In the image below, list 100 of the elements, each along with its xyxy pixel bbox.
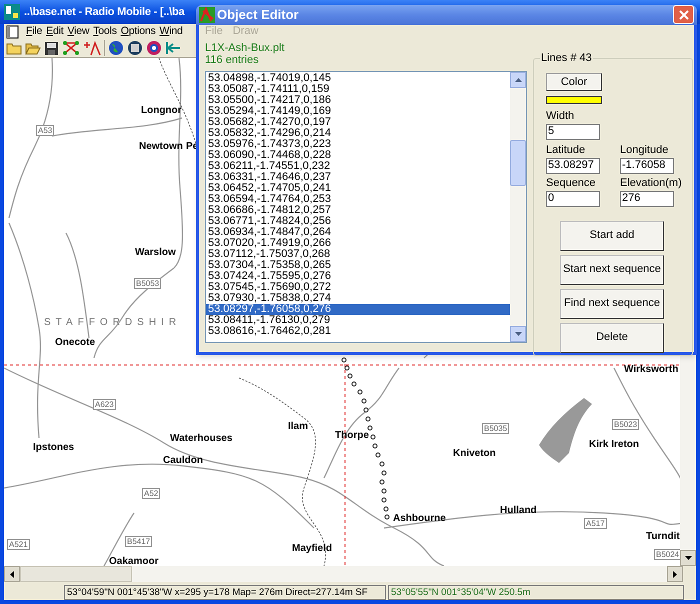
- list-item[interactable]: 53.07304,-1.75358,0,265: [206, 260, 510, 270]
- list-item[interactable]: 53.05087,-1.74111,0,159: [206, 84, 510, 94]
- place-label: Thorpe: [335, 430, 369, 442]
- place-label: Kirk Ireton: [589, 439, 640, 451]
- list-item[interactable]: 53.05976,-1.74373,0,223: [206, 138, 510, 150]
- action-button[interactable]: Start add: [560, 220, 664, 250]
- menu-item[interactable]: File: [24, 24, 44, 40]
- list-item[interactable]: 53.06090,-1.74468,0,228: [206, 150, 510, 160]
- list-item[interactable]: 53.07112,-1.75037,0,268: [206, 248, 510, 260]
- list-item[interactable]: 53.08411,-1.76130,0,279: [206, 314, 510, 326]
- input-field[interactable]: -1.76058: [620, 158, 674, 174]
- horizontal-scrollbar[interactable]: [4, 566, 683, 582]
- scroll-up-button[interactable]: [510, 72, 526, 88]
- place-label: Ashbourne: [393, 513, 446, 525]
- list-item[interactable]: 53.05832,-1.74296,0,214: [206, 128, 510, 138]
- menu-item[interactable]: Options: [118, 24, 158, 40]
- input-field[interactable]: 276: [620, 190, 674, 206]
- down-arrow-icon: [514, 332, 522, 336]
- list-item[interactable]: 53.06771,-1.74824,0,256: [206, 216, 510, 226]
- file-name: L1X-Ash-Bux.plt: [205, 42, 286, 54]
- place-label: Kniveton: [453, 448, 496, 460]
- up-arrow-icon: [514, 78, 522, 82]
- menu-item[interactable]: Edit: [44, 24, 66, 40]
- list-item[interactable]: 53.07424,-1.75595,0,276: [206, 270, 510, 282]
- document-icon: [6, 24, 20, 39]
- action-button[interactable]: Delete: [560, 322, 664, 352]
- place-label: Ipstones: [33, 442, 74, 454]
- disk-icon[interactable]: [127, 40, 143, 56]
- action-button[interactable]: Start next sequence: [560, 254, 664, 284]
- open-folder-icon[interactable]: [25, 41, 41, 56]
- place-label: Longnor: [141, 105, 182, 117]
- list-item[interactable]: 53.08616,-1.76462,0,281: [206, 326, 510, 336]
- app-icon: [4, 4, 20, 20]
- close-button[interactable]: [673, 5, 694, 24]
- add-node-icon[interactable]: [83, 40, 101, 56]
- list-item[interactable]: 53.04898,-1.74019,0,145: [206, 72, 510, 84]
- points-list[interactable]: [205, 70, 527, 342]
- input-field[interactable]: 0: [546, 190, 600, 206]
- network-nodes-icon[interactable]: [62, 40, 80, 56]
- app-icon: [199, 6, 215, 23]
- status-cursor-position: 53°04'59"N 001°45'38"W x=295 y=178 Map= 276m Direct=277.14m SF: [64, 584, 386, 600]
- list-item[interactable]: 53.05682,-1.74270,0,197: [206, 116, 510, 128]
- scroll-thumb[interactable]: [20, 566, 132, 582]
- list-item[interactable]: 53.06452,-1.74705,0,241: [206, 182, 510, 194]
- place-label: Waterhouses: [170, 433, 232, 445]
- menu-item[interactable]: View: [65, 24, 92, 40]
- place-label: Hulland: [500, 505, 537, 517]
- scroll-down-button[interactable]: [680, 550, 696, 566]
- color-button[interactable]: Color: [546, 72, 602, 90]
- scroll-right-button[interactable]: [667, 566, 683, 582]
- list-item[interactable]: 53.06686,-1.74812,0,257: [206, 204, 510, 216]
- place-label: Oakamoor: [109, 556, 158, 566]
- list-item[interactable]: 53.06331,-1.74646,0,237: [206, 172, 510, 182]
- place-label: Cauldon: [163, 455, 203, 467]
- dialog-title: Object Editor: [217, 6, 300, 24]
- scroll-thumb[interactable]: [510, 140, 526, 186]
- scroll-left-button[interactable]: [4, 566, 20, 582]
- list-scrollbar[interactable]: [510, 72, 526, 342]
- list-item[interactable]: 53.07545,-1.75690,0,272: [206, 282, 510, 292]
- road-number: B5023: [612, 419, 640, 430]
- field-label: Sequence: [546, 176, 597, 190]
- road-number: B5053: [134, 278, 162, 289]
- list-item[interactable]: 53.08297,-1.76058,0,276: [206, 304, 510, 314]
- group-title: Lines # 43: [540, 52, 593, 64]
- menu-item[interactable]: Tools: [91, 24, 119, 40]
- field-label: Longitude: [620, 144, 670, 156]
- road-number: B5024: [654, 549, 680, 560]
- width-field[interactable]: 5: [546, 124, 600, 140]
- road-number: A53: [36, 125, 54, 136]
- place-label: Ilam: [288, 421, 308, 433]
- menu-item[interactable]: Wind: [158, 24, 185, 40]
- target-icon[interactable]: [146, 40, 162, 56]
- entry-count: 116 entries: [205, 54, 260, 66]
- place-label: Warslow: [135, 247, 176, 259]
- globe-icon[interactable]: [108, 40, 124, 56]
- road-number: A623: [93, 399, 116, 410]
- field-label: Elevation(m): [620, 176, 680, 190]
- action-button[interactable]: Find next sequence: [560, 288, 664, 318]
- save-icon[interactable]: [44, 40, 59, 56]
- field-label: Width: [546, 110, 576, 122]
- list-item[interactable]: 53.07020,-1.74919,0,266: [206, 238, 510, 248]
- left-arrow-icon: [10, 570, 14, 578]
- road-number: A521: [7, 539, 30, 550]
- road-number: B5035: [482, 423, 510, 434]
- place-label: Wirksworth: [624, 364, 678, 376]
- status-marker-position: 53°05'55"N 001°35'04"W 250.5m: [388, 584, 684, 600]
- list-item[interactable]: 53.05294,-1.74149,0,169: [206, 106, 510, 116]
- place-label: Turndit: [646, 531, 680, 543]
- road-number: B5417: [125, 536, 152, 547]
- list-item[interactable]: 53.06934,-1.74847,0,264: [206, 226, 510, 238]
- place-label: Newtown: [139, 141, 183, 153]
- place-label: Mayfield: [292, 543, 332, 555]
- list-item[interactable]: 53.06594,-1.74764,0,253: [206, 194, 510, 204]
- folder-icon[interactable]: [6, 41, 22, 56]
- input-field[interactable]: 53.08297: [546, 158, 600, 174]
- field-label: Latitude: [546, 144, 586, 156]
- list-item[interactable]: 53.06211,-1.74551,0,232: [206, 160, 510, 172]
- list-item[interactable]: 53.05500,-1.74217,0,186: [206, 94, 510, 106]
- list-item[interactable]: 53.07930,-1.75838,0,274: [206, 292, 510, 304]
- window-title: ..\base.net - Radio Mobile - [..\ba: [24, 4, 184, 20]
